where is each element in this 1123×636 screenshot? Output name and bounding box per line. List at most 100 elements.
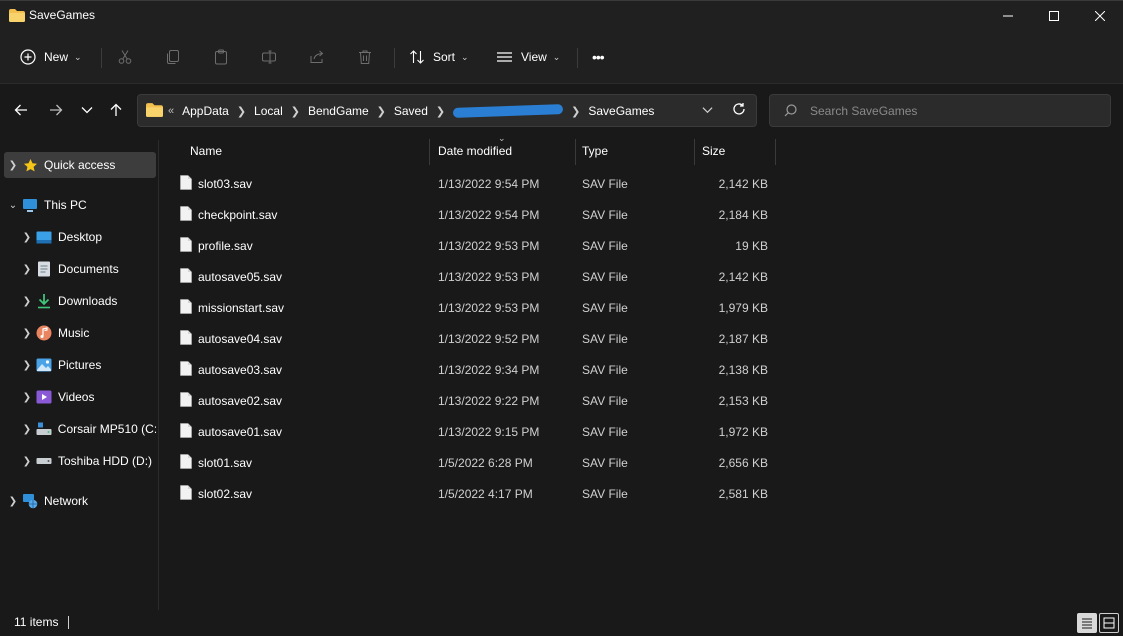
sidebar-item-videos[interactable]: ❯ Videos xyxy=(4,384,156,410)
address-bar[interactable]: « AppData ❯ Local ❯ BendGame ❯ Saved ❯ ❯… xyxy=(137,94,757,127)
file-row[interactable]: profile.sav 1/13/2022 9:53 PM SAV File 19 K… xyxy=(170,230,780,261)
sidebar-item-documents[interactable]: ❯ Documents xyxy=(4,256,156,282)
breadcrumb-appdata[interactable]: AppData xyxy=(182,104,229,118)
file-row[interactable]: missionstart.sav 1/13/2022 9:53 PM SAV Fil… xyxy=(170,292,780,323)
paste-button[interactable] xyxy=(213,42,229,72)
file-row[interactable]: autosave04.sav 1/13/2022 9:52 PM SAV File 2… xyxy=(170,323,780,354)
large-icons-view-button[interactable] xyxy=(1099,613,1119,633)
desktop-icon xyxy=(36,229,52,245)
folder-icon xyxy=(9,9,25,22)
file-name: autosave02.sav xyxy=(198,394,283,408)
maximize-button[interactable] xyxy=(1031,1,1077,31)
column-header-size[interactable]: Size xyxy=(702,136,725,166)
breadcrumb-savegames[interactable]: SaveGames xyxy=(588,104,654,118)
file-row[interactable]: autosave03.sav 1/13/2022 9:34 PM SAV File 2… xyxy=(170,354,780,385)
sidebar-item-downloads[interactable]: ❯ Downloads xyxy=(4,288,156,314)
file-row[interactable]: autosave05.sav 1/13/2022 9:53 PM SAV File 2… xyxy=(170,261,780,292)
chevron-right-icon[interactable]: ❯ xyxy=(377,105,386,118)
file-row[interactable]: slot01.sav 1/5/2022 6:28 PM SAV File 2,656 … xyxy=(170,447,780,478)
breadcrumb-saved[interactable]: Saved xyxy=(394,104,428,118)
chevron-right-icon[interactable]: ❯ xyxy=(18,456,36,467)
new-button[interactable]: New ⌄ xyxy=(20,42,82,72)
file-row[interactable]: slot02.sav 1/5/2022 4:17 PM SAV File 2,581 … xyxy=(170,478,780,509)
sidebar-item-drive-d[interactable]: ❯ Toshiba HDD (D:) xyxy=(4,448,156,474)
more-options-button[interactable]: ••• xyxy=(592,42,605,72)
file-row[interactable]: slot03.sav 1/13/2022 9:54 PM SAV File 2,142… xyxy=(170,168,780,199)
sidebar-item-label: Network xyxy=(44,494,89,508)
rename-button[interactable] xyxy=(261,42,277,72)
sidebar-item-pictures[interactable]: ❯ Pictures xyxy=(4,352,156,378)
chevron-right-icon[interactable]: ❯ xyxy=(571,105,580,118)
chevron-right-icon[interactable]: ❯ xyxy=(18,360,36,371)
network-icon xyxy=(22,493,38,509)
minimize-button[interactable] xyxy=(985,1,1031,31)
videos-icon xyxy=(36,389,52,405)
chevron-right-icon[interactable]: ❯ xyxy=(436,105,445,118)
delete-button[interactable] xyxy=(357,42,373,72)
column-divider[interactable] xyxy=(775,139,776,165)
address-history-button[interactable] xyxy=(702,103,713,117)
chevron-right-icon[interactable]: ❯ xyxy=(291,105,300,118)
sidebar-item-network[interactable]: ❯ Network xyxy=(4,488,156,514)
search-input[interactable] xyxy=(810,102,1090,120)
column-header-name[interactable]: Name xyxy=(190,136,222,166)
share-button[interactable] xyxy=(309,42,325,72)
close-button[interactable] xyxy=(1077,1,1123,31)
chevron-down-icon[interactable]: ⌄ xyxy=(4,200,22,211)
chevron-right-icon[interactable]: ❯ xyxy=(18,392,36,403)
sidebar-item-this-pc[interactable]: ⌄ This PC xyxy=(4,192,156,218)
column-divider[interactable] xyxy=(429,139,430,165)
file-row[interactable]: autosave02.sav 1/13/2022 9:22 PM SAV File 2… xyxy=(170,385,780,416)
file-type: SAV File xyxy=(582,456,628,470)
back-button[interactable] xyxy=(8,96,34,124)
details-view-button[interactable] xyxy=(1077,613,1097,633)
column-divider[interactable] xyxy=(694,139,695,165)
drive-icon xyxy=(36,421,52,437)
forward-button[interactable] xyxy=(43,96,69,124)
chevron-right-icon[interactable]: ❯ xyxy=(18,232,36,243)
view-button[interactable]: View ⌄ xyxy=(496,42,560,72)
refresh-button[interactable] xyxy=(732,102,746,119)
chevron-down-icon: ⌄ xyxy=(552,51,561,62)
column-divider[interactable] xyxy=(575,139,576,165)
file-size: 2,187 KB xyxy=(718,332,768,346)
window-title: SaveGames xyxy=(29,8,96,22)
breadcrumb-overflow[interactable]: « xyxy=(168,105,174,117)
file-row[interactable]: autosave01.sav 1/13/2022 9:15 PM SAV File 1… xyxy=(170,416,780,447)
search-box[interactable] xyxy=(769,94,1111,127)
recent-locations-button[interactable] xyxy=(74,96,100,124)
chevron-right-icon[interactable]: ❯ xyxy=(18,264,36,275)
chevron-right-icon[interactable]: ❯ xyxy=(18,296,36,307)
cut-button[interactable] xyxy=(117,42,133,72)
file-type: SAV File xyxy=(582,208,628,222)
file-name: profile.sav xyxy=(198,239,253,253)
share-icon xyxy=(310,50,324,63)
pane-divider[interactable] xyxy=(158,140,159,610)
breadcrumb-bendgame[interactable]: BendGame xyxy=(308,104,369,118)
sidebar-item-quick-access[interactable]: ❯ Quick access xyxy=(4,152,156,178)
sidebar-item-drive-c[interactable]: ❯ Corsair MP510 (C: xyxy=(4,416,156,442)
status-bar: 11 items xyxy=(0,610,1123,636)
chevron-right-icon[interactable]: ❯ xyxy=(4,160,22,171)
column-header-date[interactable]: Date modified xyxy=(438,136,512,166)
chevron-right-icon[interactable]: ❯ xyxy=(18,424,36,435)
breadcrumb-local[interactable]: Local xyxy=(254,104,283,118)
file-row[interactable]: checkpoint.sav 1/13/2022 9:54 PM SAV File 2… xyxy=(170,199,780,230)
sort-button[interactable]: Sort ⌄ xyxy=(409,42,469,72)
close-icon xyxy=(1095,11,1105,21)
file-name: slot03.sav xyxy=(198,177,253,191)
chevron-down-icon: ⌄ xyxy=(461,51,469,62)
sort-icon xyxy=(410,50,424,64)
file-type: SAV File xyxy=(582,177,628,191)
chevron-right-icon[interactable]: ❯ xyxy=(4,496,22,507)
file-date-modified: 1/13/2022 9:53 PM xyxy=(438,270,540,284)
chevron-right-icon[interactable]: ❯ xyxy=(18,328,36,339)
column-header-type[interactable]: Type xyxy=(582,136,608,166)
documents-icon xyxy=(36,261,52,277)
sidebar-item-desktop[interactable]: ❯ Desktop xyxy=(4,224,156,250)
chevron-right-icon[interactable]: ❯ xyxy=(237,105,246,118)
copy-button[interactable] xyxy=(165,42,181,72)
sidebar-item-music[interactable]: ❯ Music xyxy=(4,320,156,346)
file-icon xyxy=(180,423,192,438)
up-button[interactable] xyxy=(103,96,129,124)
